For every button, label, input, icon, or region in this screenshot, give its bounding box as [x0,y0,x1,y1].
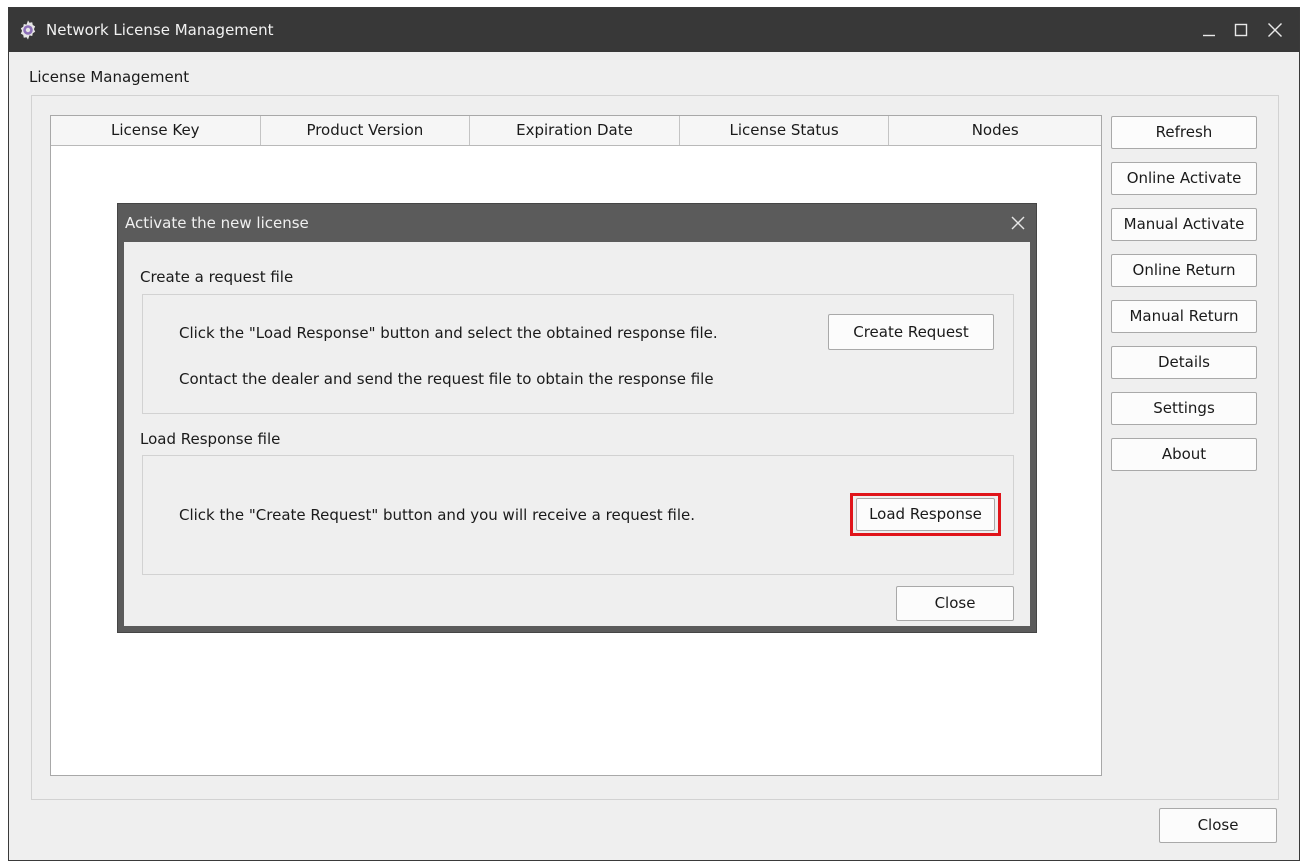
maximize-icon [1234,23,1248,37]
column-license-status[interactable]: License Status [680,116,890,145]
dialog-body: Create a request file Click the "Load Re… [124,242,1030,626]
load-response-button[interactable]: Load Response [856,498,995,531]
manual-return-button[interactable]: Manual Return [1111,300,1257,333]
request-instruction-1: Click the "Load Response" button and sel… [179,324,718,342]
main-close-button[interactable]: Close [1159,808,1277,843]
license-management-label: License Management [29,68,190,86]
minimize-icon [1203,34,1215,37]
online-activate-button[interactable]: Online Activate [1111,162,1257,195]
request-section-label: Create a request file [140,268,294,286]
column-product-version[interactable]: Product Version [261,116,471,145]
request-group [142,294,1014,414]
close-icon[interactable] [1008,213,1028,233]
column-expiration-date[interactable]: Expiration Date [470,116,680,145]
column-nodes[interactable]: Nodes [889,116,1101,145]
window-title: Network License Management [46,21,274,39]
create-request-button[interactable]: Create Request [828,314,994,350]
manual-activate-button[interactable]: Manual Activate [1111,208,1257,241]
minimize-button[interactable] [1194,8,1224,52]
online-return-button[interactable]: Online Return [1111,254,1257,287]
dialog-close-button[interactable]: Close [896,586,1014,621]
title-bar[interactable]: Network License Management [9,8,1299,52]
main-window: Network License Management License Manag… [8,7,1300,861]
column-license-key[interactable]: License Key [51,116,261,145]
about-button[interactable]: About [1111,438,1257,471]
window-close-button[interactable] [1260,8,1290,52]
settings-button[interactable]: Settings [1111,392,1257,425]
gear-icon [20,20,36,40]
response-section-label: Load Response file [140,430,281,448]
details-button[interactable]: Details [1111,346,1257,379]
dialog-title: Activate the new license [125,214,309,232]
table-header: License Key Product Version Expiration D… [51,116,1101,146]
close-icon [1268,23,1282,37]
request-instruction-2: Contact the dealer and send the request … [179,370,714,388]
activate-license-dialog: Activate the new license Create a reques… [117,203,1037,633]
response-instruction-1: Click the "Create Request" button and yo… [179,506,696,524]
refresh-button[interactable]: Refresh [1111,116,1257,149]
maximize-button[interactable] [1226,8,1256,52]
